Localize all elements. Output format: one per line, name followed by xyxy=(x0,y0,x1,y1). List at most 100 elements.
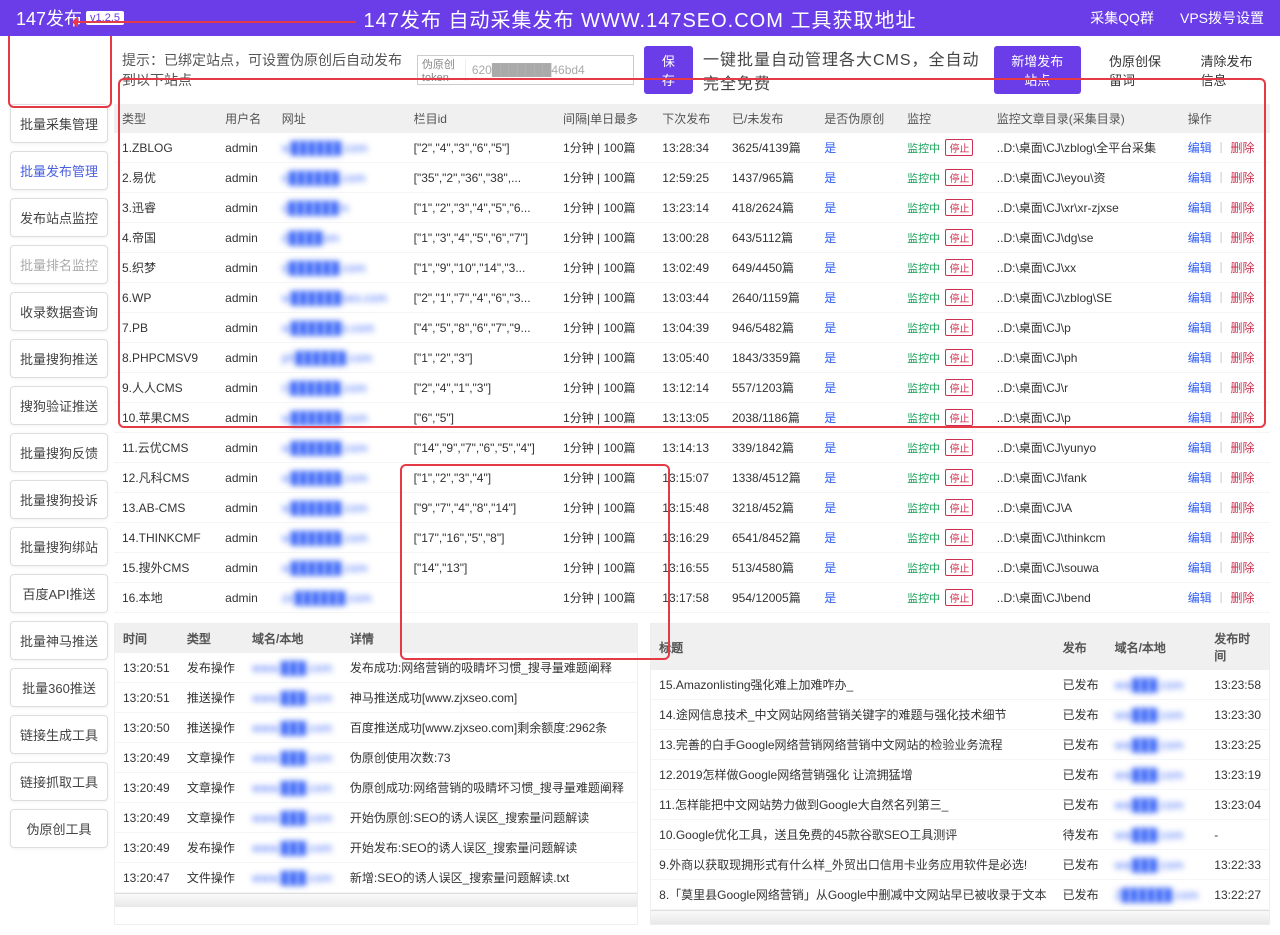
scrollbar[interactable] xyxy=(651,910,1269,924)
log-cell: www.███.com xyxy=(244,743,342,773)
sidebar-item-0[interactable]: 批量采集管理 xyxy=(10,104,108,143)
sidebar-item-7[interactable]: 批量搜狗反馈 xyxy=(10,433,108,472)
scrollbar[interactable] xyxy=(115,893,637,907)
log-cell: 13.完善的白手Google网络营销网络营销中文网站的检验业务流程 xyxy=(651,730,1054,760)
sidebar-item-1[interactable]: 批量发布管理 xyxy=(10,151,108,190)
cell-url[interactable]: w██████.com xyxy=(274,523,406,553)
cell-next: 13:14:13 xyxy=(654,433,724,463)
cell-pseudo[interactable]: 是 xyxy=(816,433,899,463)
log-cell: 13:23:30 xyxy=(1206,700,1269,730)
cell-dir: ..D:\桌面\CJ\A xyxy=(989,493,1180,523)
cell-monitor[interactable]: 监控中 停止 xyxy=(899,583,989,613)
cell-pseudo[interactable]: 是 xyxy=(816,523,899,553)
cell-monitor[interactable]: 监控中 停止 xyxy=(899,433,989,463)
cell-monitor[interactable]: 监控中 停止 xyxy=(899,523,989,553)
log-cell: ww███.com xyxy=(1107,760,1207,790)
cell-monitor[interactable]: 监控中 停止 xyxy=(899,493,989,523)
log-cell: www.███.com xyxy=(244,773,342,803)
link-vps-settings[interactable]: VPS拨号设置 xyxy=(1180,8,1264,28)
cell-monitor[interactable]: 监控中 停止 xyxy=(899,463,989,493)
sidebar-item-9[interactable]: 批量搜狗绑站 xyxy=(10,527,108,566)
sidebar-item-3[interactable]: 批量排名监控 xyxy=(10,245,108,284)
lr-h1: 发布 xyxy=(1055,624,1107,670)
cell-url[interactable]: w██████.com xyxy=(274,493,406,523)
cell-col: ["14","9","7","6","5","4"] xyxy=(406,433,555,463)
delete-link[interactable]: 删除 xyxy=(1231,531,1255,545)
log-row: 9.外商以获取现拥形式有什么样_外贸出口信用卡业务应用软件是必选!已发布ww██… xyxy=(651,850,1269,880)
log-cell: 文章操作 xyxy=(179,803,244,833)
log-cell: 已发布 xyxy=(1055,730,1107,760)
log-cell: 开始发布:SEO的诱人误区_搜索量问题解读 xyxy=(342,833,637,863)
log-cell: - xyxy=(1206,820,1269,850)
cell-dir: ..D:\桌面\CJ\fank xyxy=(989,463,1180,493)
sidebar-item-6[interactable]: 搜狗验证推送 xyxy=(10,386,108,425)
cell-dir: ..D:\桌面\CJ\souwa xyxy=(989,553,1180,583)
sidebar-item-15[interactable]: 伪原创工具 xyxy=(10,809,108,848)
edit-link[interactable]: 编辑 xyxy=(1188,501,1212,515)
delete-link[interactable]: 删除 xyxy=(1231,441,1255,455)
cell-url[interactable]: w██████.com xyxy=(274,433,406,463)
cell-ops: 编辑 丨 删除 xyxy=(1180,523,1270,553)
edit-link[interactable]: 编辑 xyxy=(1188,561,1212,575)
cell-count: 6541/8452篇 xyxy=(724,523,816,553)
sidebar-item-5[interactable]: 批量搜狗推送 xyxy=(10,339,108,378)
log-cell: 8.「莫里县Google网络营销」从Google中删减中文网站早已被收录于文本 xyxy=(651,880,1054,910)
log-cell: ww███.com xyxy=(1107,790,1207,820)
log-cell: ww███.com xyxy=(1107,820,1207,850)
cell-monitor[interactable]: 监控中 停止 xyxy=(899,553,989,583)
log-cell: 13:20:47 xyxy=(115,863,179,893)
ll-h2: 域名/本地 xyxy=(244,624,342,653)
ll-h0: 时间 xyxy=(115,624,179,653)
sidebar: 批量采集管理批量发布管理发布站点监控批量排名监控收录数据查询批量搜狗推送搜狗验证… xyxy=(10,104,108,848)
sidebar-item-14[interactable]: 链接抓取工具 xyxy=(10,762,108,801)
cell-url[interactable]: ze██████.com xyxy=(274,583,406,613)
log-cell: 已发布 xyxy=(1055,700,1107,730)
edit-link[interactable]: 编辑 xyxy=(1188,591,1212,605)
log-row: 13:20:47文件操作www.███.com新增:SEO的诱人误区_搜索量问题… xyxy=(115,863,637,893)
log-cell: 发布操作 xyxy=(179,833,244,863)
sidebar-item-8[interactable]: 批量搜狗投诉 xyxy=(10,480,108,519)
sidebar-item-13[interactable]: 链接生成工具 xyxy=(10,715,108,754)
cell-dir: ..D:\桌面\CJ\thinkcm xyxy=(989,523,1180,553)
cell-user: admin xyxy=(217,463,274,493)
sidebar-item-2[interactable]: 发布站点监控 xyxy=(10,198,108,237)
cell-url[interactable]: w██████.com xyxy=(274,463,406,493)
cell-count: 3218/452篇 xyxy=(724,493,816,523)
cell-ops: 编辑 丨 删除 xyxy=(1180,553,1270,583)
log-cell: 12.2019怎样做Google网络营销强化 让流拥猛增 xyxy=(651,760,1054,790)
log-cell: 13:20:49 xyxy=(115,833,179,863)
cell-url[interactable]: w██████.com xyxy=(274,553,406,583)
topbar: 147发布 v1.2.5 147发布 自动采集发布 WWW.147SEO.COM… xyxy=(0,0,1280,36)
delete-link[interactable]: 删除 xyxy=(1231,471,1255,485)
edit-link[interactable]: 编辑 xyxy=(1188,531,1212,545)
table-row: 14.THINKCMFadminw██████.com["17","16","5… xyxy=(114,523,1270,553)
log-cell: 已发布 xyxy=(1055,790,1107,820)
cell-pseudo[interactable]: 是 xyxy=(816,463,899,493)
sidebar-item-12[interactable]: 批量360推送 xyxy=(10,668,108,707)
delete-link[interactable]: 删除 xyxy=(1231,501,1255,515)
cell-pseudo[interactable]: 是 xyxy=(816,583,899,613)
lr-h0: 标题 xyxy=(651,624,1054,670)
log-cell: 开始伪原创:SEO的诱人误区_搜索量问题解读 xyxy=(342,803,637,833)
edit-link[interactable]: 编辑 xyxy=(1188,471,1212,485)
log-cell: 10.Google优化工具，送且免费的45款谷歌SEO工具测评 xyxy=(651,820,1054,850)
sidebar-item-11[interactable]: 批量神马推送 xyxy=(10,621,108,660)
sidebar-item-10[interactable]: 百度API推送 xyxy=(10,574,108,613)
log-row: 12.2019怎样做Google网络营销强化 让流拥猛增已发布ww███.com… xyxy=(651,760,1269,790)
sidebar-item-4[interactable]: 收录数据查询 xyxy=(10,292,108,331)
edit-link[interactable]: 编辑 xyxy=(1188,441,1212,455)
log-cell: www.███.com xyxy=(244,653,342,683)
log-cell: www.███.com xyxy=(244,683,342,713)
log-cell: 13:23:25 xyxy=(1206,730,1269,760)
cell-pseudo[interactable]: 是 xyxy=(816,553,899,583)
link-qq-group[interactable]: 采集QQ群 xyxy=(1090,8,1154,28)
cell-count: 339/1842篇 xyxy=(724,433,816,463)
cell-user: admin xyxy=(217,433,274,463)
delete-link[interactable]: 删除 xyxy=(1231,561,1255,575)
cell-dir: ..D:\桌面\CJ\yunyo xyxy=(989,433,1180,463)
cell-pseudo[interactable]: 是 xyxy=(816,493,899,523)
log-cell: 11.怎样能把中文网站势力做到Google大自然名列第三_ xyxy=(651,790,1054,820)
log-cell: 15.Amazonlisting强化难上加难咋办_ xyxy=(651,670,1054,700)
version-badge: v1.2.5 xyxy=(86,11,124,25)
delete-link[interactable]: 删除 xyxy=(1231,591,1255,605)
